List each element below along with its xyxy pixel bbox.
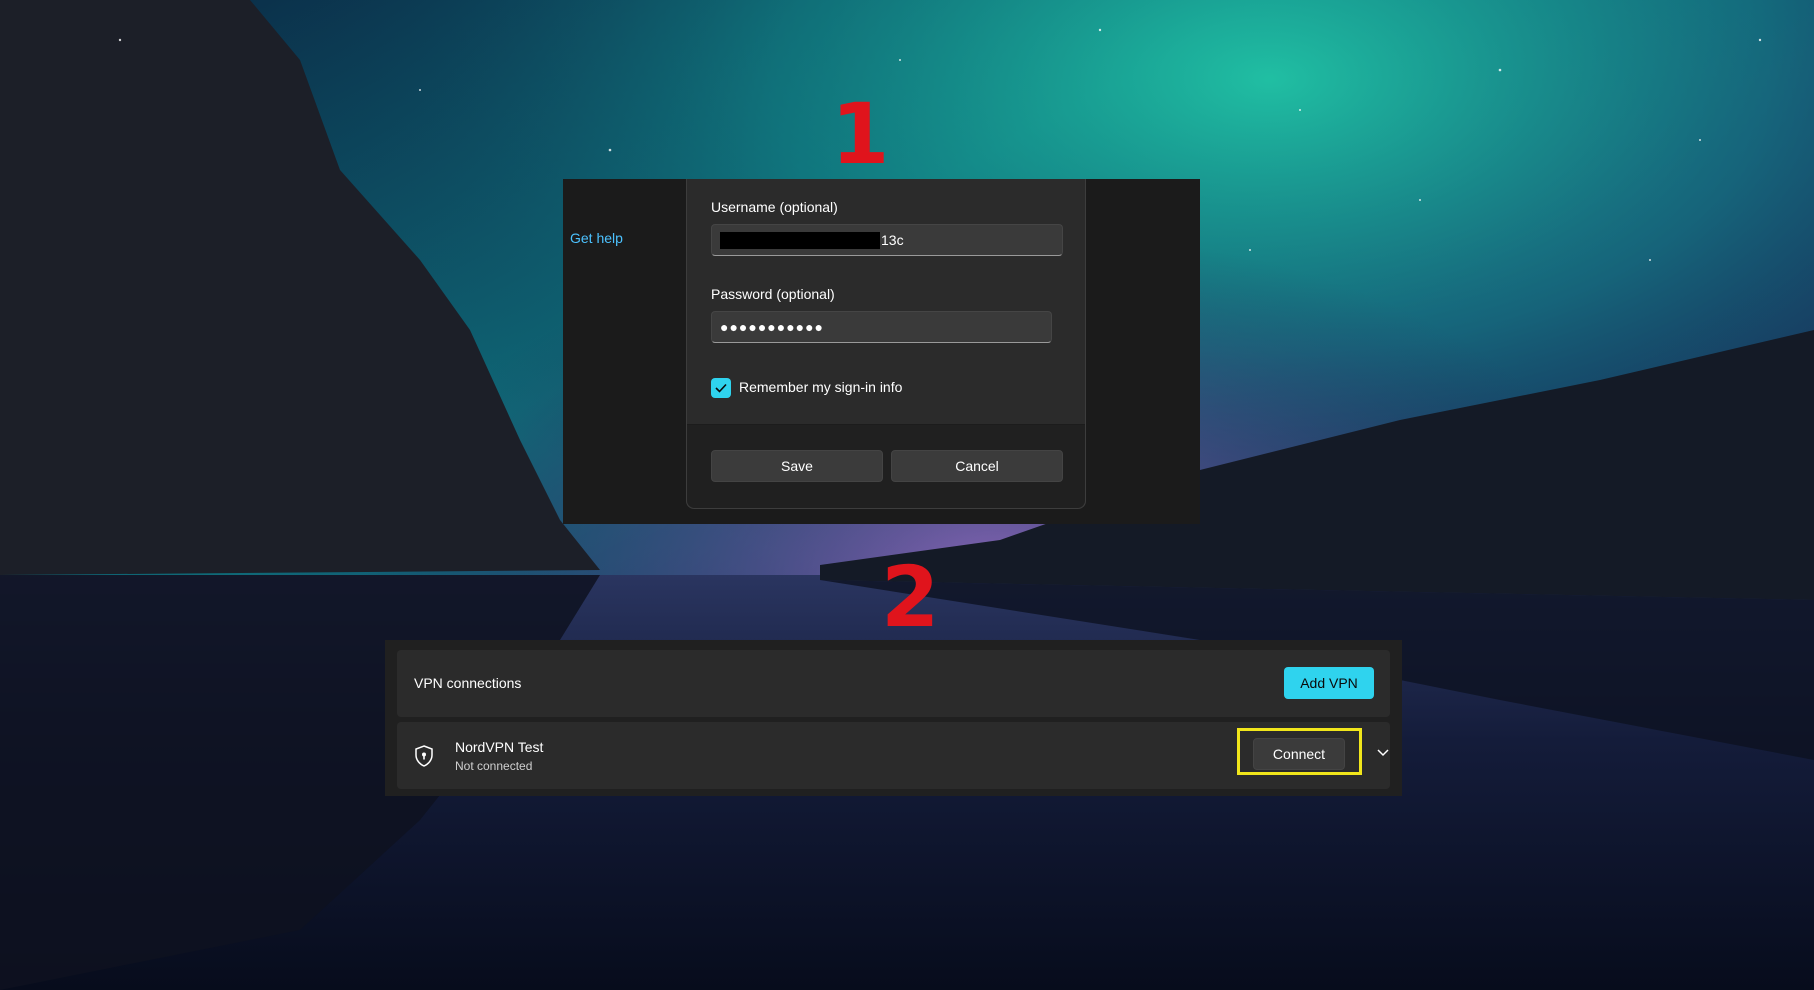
vpn-settings-panel: VPN connections Add VPN NordVPN Test Not… (385, 640, 1402, 796)
add-vpn-button[interactable]: Add VPN (1284, 667, 1374, 699)
username-field[interactable]: 13c (711, 224, 1063, 256)
get-help-link[interactable]: Get help (570, 230, 623, 246)
remember-sign-in-label: Remember my sign-in info (739, 379, 903, 395)
vpn-connections-title: VPN connections (414, 675, 522, 691)
cancel-button[interactable]: Cancel (891, 450, 1063, 482)
vpn-connections-header: VPN connections Add VPN (397, 650, 1390, 717)
dialog-footer: Save Cancel (687, 424, 1085, 508)
connect-button[interactable]: Connect (1253, 738, 1345, 770)
username-label: Username (optional) (711, 199, 838, 215)
shield-icon (415, 745, 433, 767)
username-value: 13c (881, 232, 904, 248)
password-field[interactable]: ●●●●●●●●●●● (711, 311, 1052, 343)
step-number-1: 1 (831, 85, 890, 183)
chevron-down-icon[interactable] (1376, 748, 1390, 758)
redacted-text-block (720, 231, 880, 249)
password-label: Password (optional) (711, 286, 835, 302)
vpn-connection-name: NordVPN Test (455, 739, 544, 755)
vpn-connection-status: Not connected (455, 759, 533, 773)
vpn-sign-in-dialog: Username (optional) 13c Password (option… (686, 179, 1086, 509)
save-button[interactable]: Save (711, 450, 883, 482)
step-number-2: 2 (881, 548, 940, 646)
remember-sign-in-checkbox[interactable] (711, 378, 731, 398)
vpn-connection-row[interactable]: NordVPN Test Not connected Connect (397, 722, 1390, 789)
checkmark-icon (715, 383, 727, 393)
password-value: ●●●●●●●●●●● (720, 319, 825, 335)
